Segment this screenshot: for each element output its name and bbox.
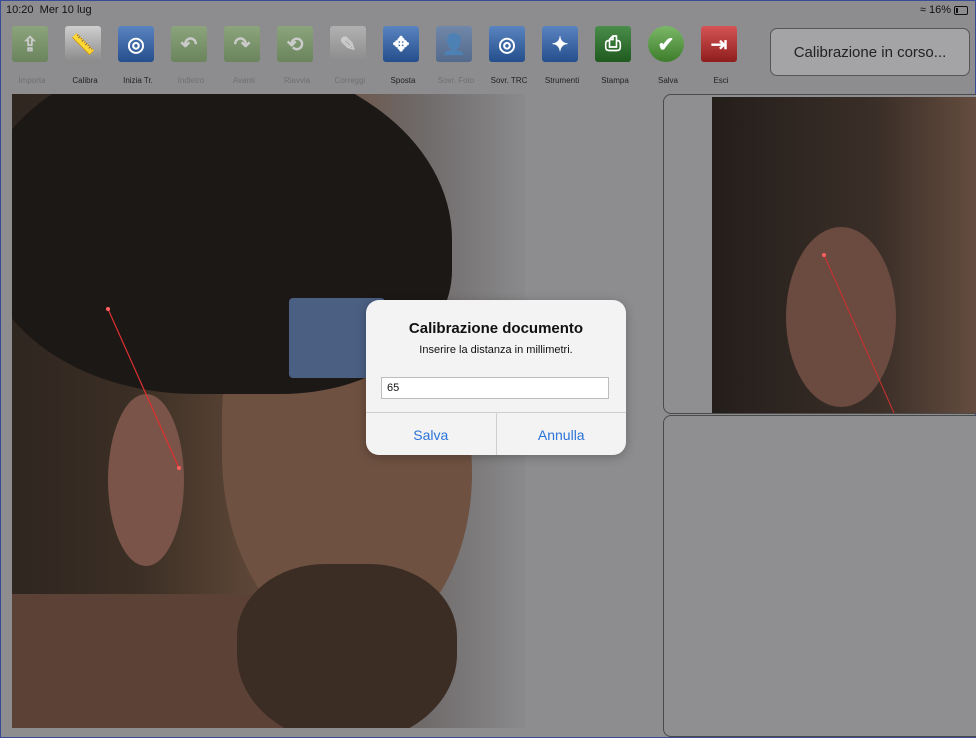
toolbar-label: Importa — [18, 76, 46, 85]
undo-icon: ↶ — [171, 26, 207, 62]
toolbar-button-11[interactable]: ⎙ Stampa — [591, 22, 644, 90]
time-text: 10:20 — [6, 4, 34, 16]
dialog-title: Calibrazione documento — [408, 320, 584, 337]
restart-icon: ⟲ — [277, 26, 313, 62]
print-icon: ⎙ — [595, 26, 631, 62]
toolbar-button-6[interactable]: ✎ Correggi — [326, 22, 379, 90]
toolbar-label: Sposta — [390, 76, 416, 85]
redo-icon: ↷ — [224, 26, 260, 62]
date-text: Mer 10 lug — [39, 4, 92, 16]
toolbar-button-1[interactable]: 📏 Calibra — [61, 22, 114, 90]
toolbar-label: Inizia Tr. — [123, 76, 153, 85]
toolbar-label: Esci — [713, 76, 729, 85]
toolbar-label: Riavvia — [283, 76, 311, 85]
toolbar-label: Indietro — [177, 76, 205, 85]
toolbar-label: Avanti — [232, 76, 256, 85]
toolbar-label: Correggi — [334, 76, 366, 85]
toolbar-button-8[interactable]: 👤 Sovr. Foto — [432, 22, 485, 90]
exit-icon: ⇥ — [701, 26, 737, 62]
toolbar-button-2[interactable]: ◎ Inizia Tr. — [114, 22, 167, 90]
cancel-button[interactable]: Annulla — [495, 413, 627, 455]
calibration-status-text: Calibrazione in corso... — [793, 43, 947, 61]
preview-overlay — [822, 253, 895, 413]
toolbar-label: Stampa — [601, 76, 629, 85]
tools-icon: ✦ — [542, 26, 578, 62]
save-check-icon: ✔ — [648, 26, 684, 62]
status-bar: 10:20 Mer 10 lug ≈ 16% — [0, 0, 976, 20]
status-right: ≈ 16% — [920, 4, 968, 16]
wifi-icon: ≈ — [919, 4, 926, 16]
status-time: 10:20 Mer 10 lug — [6, 4, 92, 16]
toolbar-label: Strumenti — [544, 76, 580, 85]
calibration-dialog: Calibrazione documento Inserire la dista… — [366, 300, 626, 455]
toolbar: ⇪ Importa 📏 Calibra ◎ Inizia Tr. ↶ Indietro ↷ Ava… — [8, 22, 750, 92]
toolbar-button-7[interactable]: ✥ Sposta — [379, 22, 432, 90]
calibration-point-start[interactable] — [106, 307, 110, 311]
import-icon: ⇪ — [12, 26, 48, 62]
calibration-line — [107, 308, 180, 469]
trace-overlay-icon: ◎ — [489, 26, 525, 62]
toolbar-label: Sovr. TRC — [490, 76, 528, 85]
save-button[interactable]: Salva — [366, 413, 496, 455]
toolbar-label: Salva — [657, 76, 678, 85]
distance-input[interactable] — [381, 377, 609, 399]
calibration-point-end[interactable] — [177, 466, 181, 470]
toolbar-label: Calibra — [72, 76, 98, 85]
move-icon: ✥ — [383, 26, 419, 62]
toolbar-button-9[interactable]: ◎ Sovr. TRC — [485, 22, 538, 90]
photo-overlay-icon: 👤 — [436, 26, 472, 62]
preview-photo — [712, 97, 976, 413]
toolbar-button-13[interactable]: ⇥ Esci — [697, 22, 750, 90]
preview-panel-top — [663, 94, 976, 414]
toolbar-button-0[interactable]: ⇪ Importa — [8, 22, 61, 90]
preview-calibration-point — [822, 253, 826, 257]
preview-calibration-line — [823, 254, 895, 413]
ruler-icon: 📏 — [65, 26, 101, 62]
preview-panel-bottom — [663, 415, 976, 737]
toolbar-button-5[interactable]: ⟲ Riavvia — [273, 22, 326, 90]
toolbar-button-4[interactable]: ↷ Avanti — [220, 22, 273, 90]
toolbar-button-3[interactable]: ↶ Indietro — [167, 22, 220, 90]
dialog-message: Inserire la distanza in millimetri. — [419, 344, 573, 356]
calibration-status-box: Calibrazione in corso... — [770, 28, 970, 76]
toolbar-label: Sovr. Foto — [437, 76, 475, 85]
toolbar-button-10[interactable]: ✦ Strumenti — [538, 22, 591, 90]
correct-icon: ✎ — [330, 26, 366, 62]
battery-percent: 16% — [928, 4, 951, 16]
dialog-buttons: Salva Annulla — [366, 412, 626, 455]
start-trace-icon: ◎ — [118, 26, 154, 62]
toolbar-button-12[interactable]: ✔ Salva — [644, 22, 697, 90]
battery-icon — [954, 5, 968, 15]
